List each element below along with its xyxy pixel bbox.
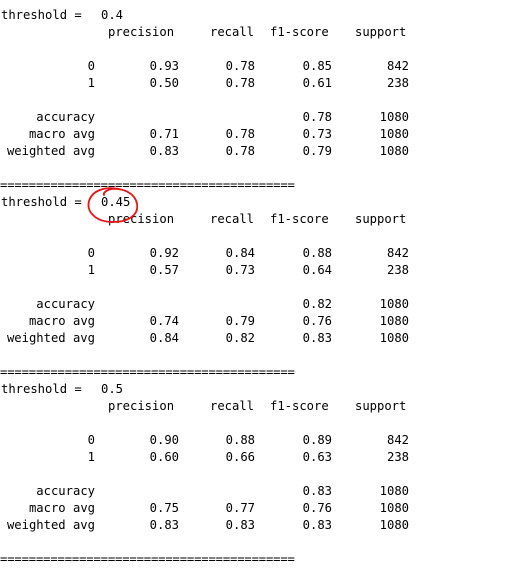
threshold-value: 0.5 — [101, 382, 124, 396]
cell-f1: 0.85 — [302, 59, 332, 73]
cell-precision: 0.50 — [149, 76, 179, 90]
cell-f1: 0.83 — [302, 331, 332, 345]
summary-label: macro avg — [28, 501, 95, 515]
header-recall: recall — [210, 25, 255, 39]
row-label: 1 — [87, 76, 95, 90]
cell-recall: 0.78 — [225, 127, 255, 141]
summary-label: weighted avg — [6, 518, 95, 532]
cell-f1: 0.88 — [302, 246, 332, 260]
cell-support: 842 — [386, 433, 409, 447]
threshold-label: threshold = — [1, 195, 90, 209]
cell-support: 1080 — [379, 144, 409, 158]
cell-precision: 0.90 — [149, 433, 179, 447]
cell-f1: 0.83 — [302, 484, 332, 498]
header-precision: precision — [108, 399, 175, 413]
cell-support: 1080 — [379, 297, 409, 311]
cell-support: 1080 — [379, 331, 409, 345]
cell-support: 1080 — [379, 127, 409, 141]
summary-label: macro avg — [28, 314, 95, 328]
cell-support: 1080 — [379, 518, 409, 532]
row-label: 1 — [87, 450, 95, 464]
threshold-label: threshold = — [1, 8, 90, 22]
summary-label: accuracy — [36, 297, 95, 311]
cell-support: 238 — [386, 76, 409, 90]
cell-support: 1080 — [379, 484, 409, 498]
cell-precision: 0.92 — [149, 246, 179, 260]
cell-f1: 0.64 — [302, 263, 332, 277]
cell-support: 1080 — [379, 501, 409, 515]
cell-f1: 0.61 — [302, 76, 332, 90]
cell-support: 842 — [386, 59, 409, 73]
cell-precision: 0.71 — [149, 127, 179, 141]
cell-recall: 0.83 — [225, 518, 255, 532]
cell-f1: 0.63 — [302, 450, 332, 464]
header-support: support — [355, 399, 407, 413]
console-output: threshold = 0.4 precision recall f1-scor… — [0, 0, 529, 566]
separator-line: ========================================… — [0, 552, 295, 566]
row-label: 0 — [87, 59, 95, 73]
cell-recall: 0.82 — [225, 331, 255, 345]
cell-recall: 0.84 — [225, 246, 255, 260]
report-block-2: threshold = 0.45 precision recall f1-sco… — [0, 187, 520, 357]
cell-support: 238 — [386, 450, 409, 464]
cell-f1: 0.82 — [302, 297, 332, 311]
cell-f1: 0.76 — [302, 501, 332, 515]
cell-f1: 0.83 — [302, 518, 332, 532]
header-f1-score: f1-score — [270, 25, 329, 39]
cell-precision: 0.83 — [149, 518, 179, 532]
cell-f1: 0.73 — [302, 127, 332, 141]
cell-support: 1080 — [379, 110, 409, 124]
report-block-1: threshold = 0.4 precision recall f1-scor… — [0, 0, 520, 170]
cell-recall: 0.66 — [225, 450, 255, 464]
summary-label: macro avg — [28, 127, 95, 141]
row-label: 1 — [87, 263, 95, 277]
cell-recall: 0.78 — [225, 76, 255, 90]
threshold-value: 0.4 — [101, 8, 124, 22]
threshold-value: 0.45 — [101, 195, 131, 209]
row-label: 0 — [87, 433, 95, 447]
header-recall: recall — [210, 399, 255, 413]
header-recall: recall — [210, 212, 255, 226]
cell-support: 1080 — [379, 314, 409, 328]
summary-label: accuracy — [36, 110, 95, 124]
header-support: support — [355, 212, 407, 226]
header-f1-score: f1-score — [270, 212, 329, 226]
cell-precision: 0.75 — [149, 501, 179, 515]
cell-precision: 0.60 — [149, 450, 179, 464]
header-precision: precision — [108, 212, 175, 226]
cell-precision: 0.84 — [149, 331, 179, 345]
threshold-label: threshold = — [1, 382, 90, 396]
cell-f1: 0.89 — [302, 433, 332, 447]
summary-label: weighted avg — [6, 331, 95, 345]
cell-support: 842 — [386, 246, 409, 260]
cell-precision: 0.74 — [149, 314, 179, 328]
cell-recall: 0.73 — [225, 263, 255, 277]
header-support: support — [355, 25, 407, 39]
cell-f1: 0.76 — [302, 314, 332, 328]
cell-recall: 0.78 — [225, 144, 255, 158]
summary-label: weighted avg — [6, 144, 95, 158]
report-block-3: threshold = 0.5 precision recall f1-scor… — [0, 374, 520, 544]
cell-f1: 0.78 — [302, 110, 332, 124]
cell-precision: 0.83 — [149, 144, 179, 158]
cell-recall: 0.77 — [225, 501, 255, 515]
cell-recall: 0.79 — [225, 314, 255, 328]
cell-precision: 0.57 — [149, 263, 179, 277]
cell-precision: 0.93 — [149, 59, 179, 73]
cell-recall: 0.88 — [225, 433, 255, 447]
cell-support: 238 — [386, 263, 409, 277]
header-f1-score: f1-score — [270, 399, 329, 413]
cell-recall: 0.78 — [225, 59, 255, 73]
cell-f1: 0.79 — [302, 144, 332, 158]
row-label: 0 — [87, 246, 95, 260]
summary-label: accuracy — [36, 484, 95, 498]
header-precision: precision — [108, 25, 175, 39]
